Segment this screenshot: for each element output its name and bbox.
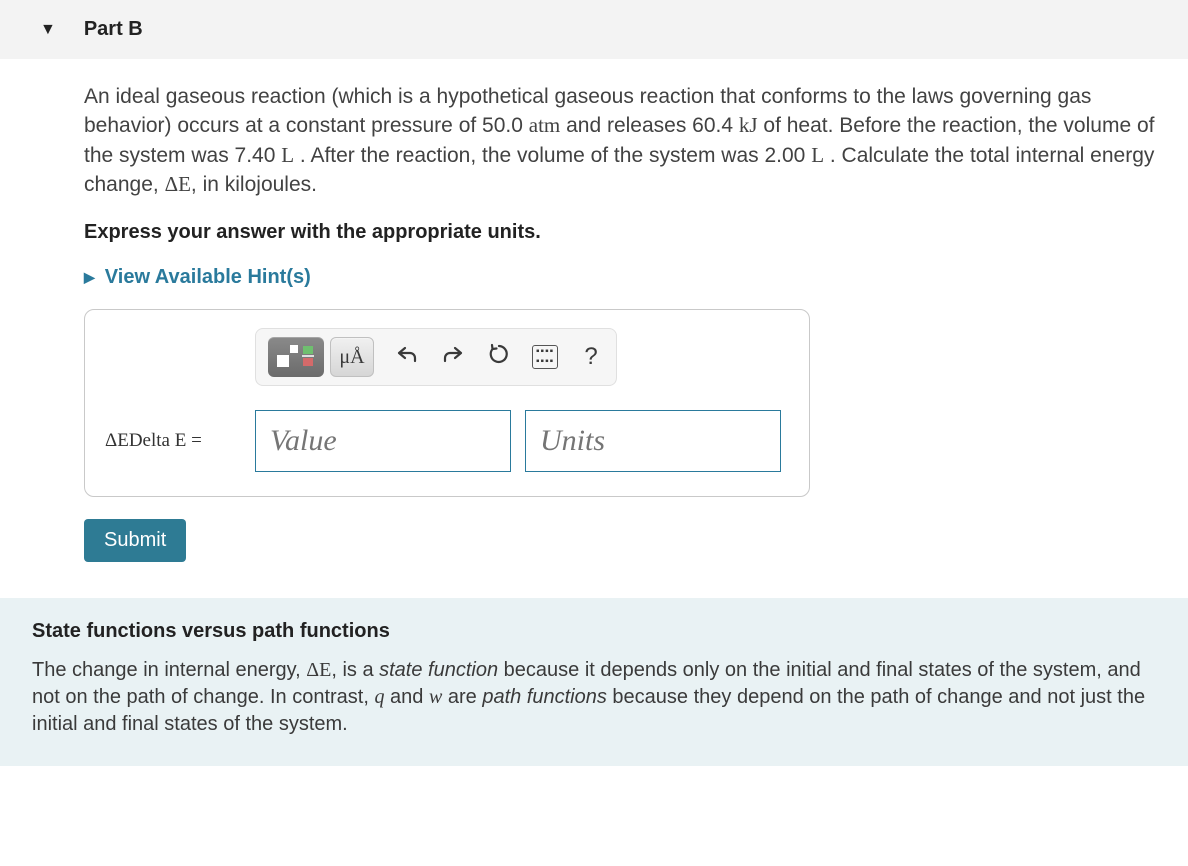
info-body: The change in internal energy, ΔE, is a … xyxy=(32,657,1160,738)
text: are xyxy=(442,686,482,708)
reset-button[interactable] xyxy=(486,343,512,371)
collapse-caret-icon: ▼ xyxy=(40,21,56,39)
answer-panel: μÅ ▪▪▪▪▪▪▪▪ ? ΔEDelta E = xyxy=(84,309,810,497)
part-title: Part B xyxy=(84,18,143,41)
unit-atm: atm xyxy=(529,113,561,137)
text: and releases 60.4 xyxy=(560,114,739,137)
redo-button[interactable] xyxy=(440,344,466,370)
keyboard-icon: ▪▪▪▪▪▪▪▪ xyxy=(532,345,558,369)
unit-kj: kJ xyxy=(739,113,758,137)
answer-lhs-label: ΔEDelta E = xyxy=(105,430,241,452)
text: , is a xyxy=(331,659,379,681)
answer-instruction: Express your answer with the appropriate… xyxy=(84,221,1174,244)
format-templates-button[interactable] xyxy=(268,337,324,377)
value-input[interactable] xyxy=(255,410,511,472)
unit-l: L xyxy=(811,143,824,167)
w-symbol: w xyxy=(429,686,442,708)
keyboard-button[interactable]: ▪▪▪▪▪▪▪▪ xyxy=(532,344,558,370)
delta-e-symbol: ΔE xyxy=(306,659,331,681)
state-function-term: state function xyxy=(379,659,498,681)
text: . After the reaction, the volume of the … xyxy=(294,144,811,167)
hints-label: View Available Hint(s) xyxy=(105,266,311,289)
undo-button[interactable] xyxy=(394,344,420,370)
text: , in kilojoules. xyxy=(191,173,317,196)
reset-icon xyxy=(488,343,510,365)
q-symbol: q xyxy=(374,686,384,708)
part-content: An ideal gaseous reaction (which is a hy… xyxy=(0,59,1188,562)
info-title: State functions versus path functions xyxy=(32,620,1160,643)
answer-input-row: ΔEDelta E = xyxy=(105,410,789,472)
part-header[interactable]: ▼ Part B xyxy=(0,0,1188,59)
delta-e-symbol: ΔE xyxy=(165,172,191,196)
unit-l: L xyxy=(281,143,294,167)
submit-button[interactable]: Submit xyxy=(84,519,186,562)
format-icon xyxy=(275,343,317,371)
undo-icon xyxy=(396,344,418,364)
help-button[interactable]: ? xyxy=(578,343,604,371)
special-chars-button[interactable]: μÅ xyxy=(330,337,374,377)
info-panel: State functions versus path functions Th… xyxy=(0,598,1188,766)
equation-toolbar: μÅ ▪▪▪▪▪▪▪▪ ? xyxy=(255,328,617,386)
text: and xyxy=(384,686,428,708)
path-functions-term: path functions xyxy=(482,686,607,708)
problem-statement: An ideal gaseous reaction (which is a hy… xyxy=(84,83,1174,199)
redo-icon xyxy=(442,344,464,364)
units-input[interactable] xyxy=(525,410,781,472)
chevron-right-icon: ▶ xyxy=(84,269,95,286)
text: The change in internal energy, xyxy=(32,659,306,681)
mu-angstrom-label: μÅ xyxy=(339,346,364,369)
view-hints-toggle[interactable]: ▶ View Available Hint(s) xyxy=(84,266,1174,289)
